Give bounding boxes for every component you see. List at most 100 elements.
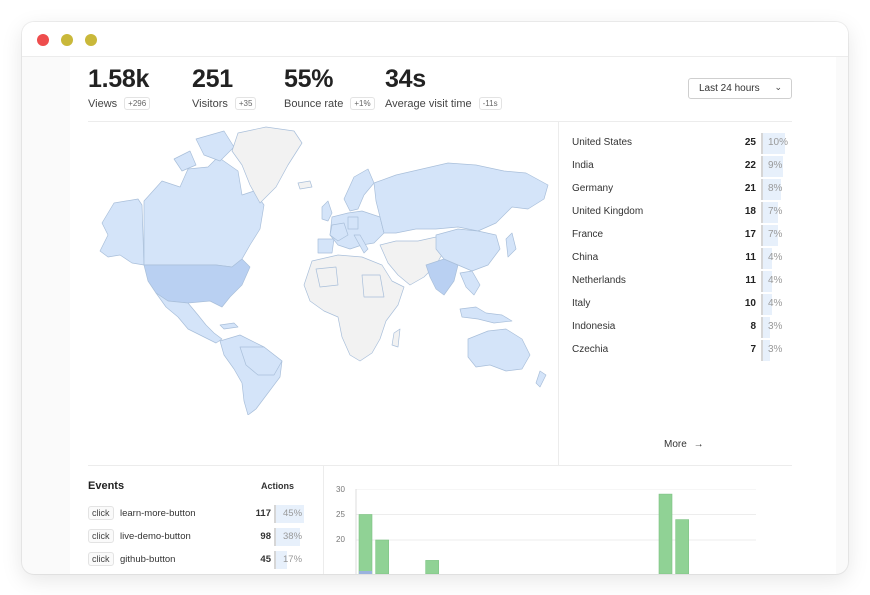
country-count: 7 — [750, 344, 756, 355]
stat-change-badge: +296 — [124, 97, 151, 110]
map-region-africa-north — [315, 266, 339, 288]
event-name: live-demo-button — [120, 531, 191, 542]
more-link[interactable]: More → — [664, 439, 704, 450]
country-row[interactable]: China 11 4% — [572, 248, 792, 271]
chart-bar-secondary[interactable] — [359, 571, 372, 574]
minimize-window-dot[interactable] — [61, 34, 73, 46]
stat-value: 34s — [385, 65, 426, 93]
country-row[interactable]: Netherlands 11 4% — [572, 271, 792, 294]
chart-bar[interactable] — [675, 519, 689, 574]
event-name: github-button — [120, 554, 176, 565]
stat-average-visit-time: 34s Average visit time -11s — [385, 65, 502, 110]
event-count: 98 — [260, 531, 271, 542]
map-region-caribbean — [219, 322, 239, 330]
event-count: 117 — [255, 508, 271, 519]
world-map — [99, 126, 549, 415]
country-name: China — [572, 252, 599, 263]
event-row[interactable]: click live-demo-button 98 38% — [88, 528, 304, 546]
map-region-united-states — [143, 258, 251, 308]
country-percent: 8% — [768, 183, 783, 194]
country-percent: 3% — [768, 344, 783, 355]
event-type-badge: click — [88, 529, 114, 543]
stat-label: Views — [88, 97, 118, 110]
country-percent: 7% — [768, 206, 783, 217]
country-count: 25 — [744, 137, 756, 148]
event-type-badge: click — [88, 552, 114, 566]
map-region-alaska — [99, 198, 145, 266]
event-row[interactable]: click learn-more-button 117 45% — [88, 505, 304, 523]
country-row[interactable]: United States 25 10% — [572, 133, 792, 156]
event-row[interactable]: click github-button 45 17% — [88, 551, 304, 569]
country-count: 22 — [744, 160, 756, 171]
country-row[interactable]: Germany 21 8% — [572, 179, 792, 202]
country-count: 21 — [744, 183, 756, 194]
map-region-southeast-asia — [459, 270, 481, 296]
stat-label: Average visit time — [385, 97, 472, 110]
chart-bar[interactable] — [358, 514, 373, 575]
map-region-greenland — [231, 126, 303, 204]
event-name: learn-more-button — [120, 508, 196, 519]
country-percent: 10% — [768, 137, 789, 148]
country-row[interactable]: Czechia 7 3% — [572, 340, 792, 363]
map-region-australia — [467, 328, 531, 372]
country-name: Germany — [572, 183, 614, 194]
date-range-select[interactable]: Last 24 hours ⌄ — [688, 78, 792, 99]
close-window-dot[interactable] — [37, 34, 49, 46]
event-type-badge: click — [88, 506, 114, 520]
chart-bar[interactable] — [658, 493, 673, 574]
country-count: 11 — [745, 252, 756, 263]
chart-bar[interactable] — [375, 539, 389, 574]
map-region-united-kingdom — [321, 200, 333, 222]
stat-bounce-rate: 55% Bounce rate +1% — [284, 65, 375, 110]
map-region-africa-east — [361, 274, 385, 298]
country-row[interactable]: Indonesia 8 3% — [572, 317, 792, 340]
country-row[interactable]: United Kingdom 18 7% — [572, 202, 792, 225]
stat-value: 1.58k — [88, 65, 150, 93]
country-name: Czechia — [572, 344, 609, 355]
title-bar — [22, 22, 848, 57]
stat-value: 55% — [284, 65, 334, 93]
event-count: 45 — [260, 554, 271, 565]
arrow-right-icon: → — [693, 439, 704, 450]
stat-change-badge: +35 — [234, 97, 257, 110]
stat-label: Visitors — [192, 97, 228, 110]
country-row[interactable]: France 17 7% — [572, 225, 792, 248]
map-region-indonesia — [459, 306, 513, 324]
map-region-scandinavia — [343, 168, 375, 212]
country-row[interactable]: Italy 10 4% — [572, 294, 792, 317]
map-region-new-zealand — [535, 370, 547, 388]
map-region-russia — [373, 162, 549, 234]
divider — [558, 122, 559, 465]
event-percent: 38% — [283, 531, 303, 542]
events-chart: 30 25 20 — [324, 485, 836, 575]
map-region-arctic-islands — [195, 130, 235, 162]
country-name: Netherlands — [572, 275, 626, 286]
country-count: 17 — [744, 229, 756, 240]
event-percent: 45% — [283, 508, 303, 519]
divider — [88, 121, 792, 122]
country-count: 11 — [745, 275, 756, 286]
country-name: France — [572, 229, 604, 240]
date-range-value: Last 24 hours — [699, 83, 760, 94]
map-region-madagascar — [391, 328, 401, 348]
map-region-iceland — [297, 180, 313, 190]
chevron-down-icon: ⌄ — [774, 82, 782, 92]
more-label: More — [664, 439, 687, 450]
country-count: 8 — [750, 321, 756, 332]
country-count: 18 — [744, 206, 756, 217]
divider — [88, 465, 792, 466]
country-name: United Kingdom — [572, 206, 644, 217]
map-region-germany — [347, 216, 359, 230]
country-name: Indonesia — [572, 321, 616, 332]
maximize-window-dot[interactable] — [85, 34, 97, 46]
chart-bar[interactable] — [425, 560, 439, 574]
country-percent: 7% — [768, 229, 783, 240]
country-percent: 3% — [768, 321, 783, 332]
country-row[interactable]: India 22 9% — [572, 156, 792, 179]
stat-visitors: 251 Visitors +35 — [192, 65, 257, 110]
map-region-iberia — [317, 238, 335, 254]
actions-column-header: Actions — [260, 481, 294, 491]
stat-views: 1.58k Views +296 — [88, 65, 151, 110]
stat-value: 251 — [192, 65, 233, 93]
country-name: Italy — [572, 298, 591, 309]
